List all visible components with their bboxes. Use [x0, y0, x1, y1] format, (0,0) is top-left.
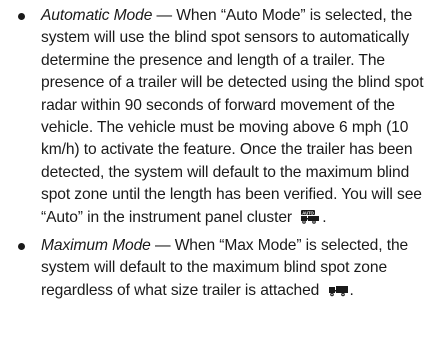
list-item-automatic-mode: Automatic Mode — When “Auto Mode” is sel… [16, 5, 440, 229]
bullet-dot [18, 13, 25, 20]
term-maximum-mode: Maximum Mode [41, 237, 151, 255]
sentence-end: . [322, 208, 327, 226]
em-dash: — [150, 237, 175, 255]
manual-page: Automatic Mode — When “Auto Mode” is sel… [0, 0, 448, 339]
bullet-dot [18, 243, 25, 251]
term-automatic-mode: Automatic Mode [41, 7, 153, 24]
trailer-icon [328, 285, 350, 297]
em-dash: — [152, 7, 177, 24]
bullet-list: Automatic Mode — When “Auto Mode” is sel… [16, 5, 440, 302]
sentence-end: . [349, 281, 354, 299]
list-item-maximum-mode: Maximum Mode — When “Max Mode” is select… [16, 235, 440, 302]
auto-icon-label: AUTO [303, 210, 315, 215]
description-automatic-mode: When “Auto Mode” is selected, the system… [41, 7, 424, 226]
auto-trailer-icon: AUTO [300, 209, 322, 224]
